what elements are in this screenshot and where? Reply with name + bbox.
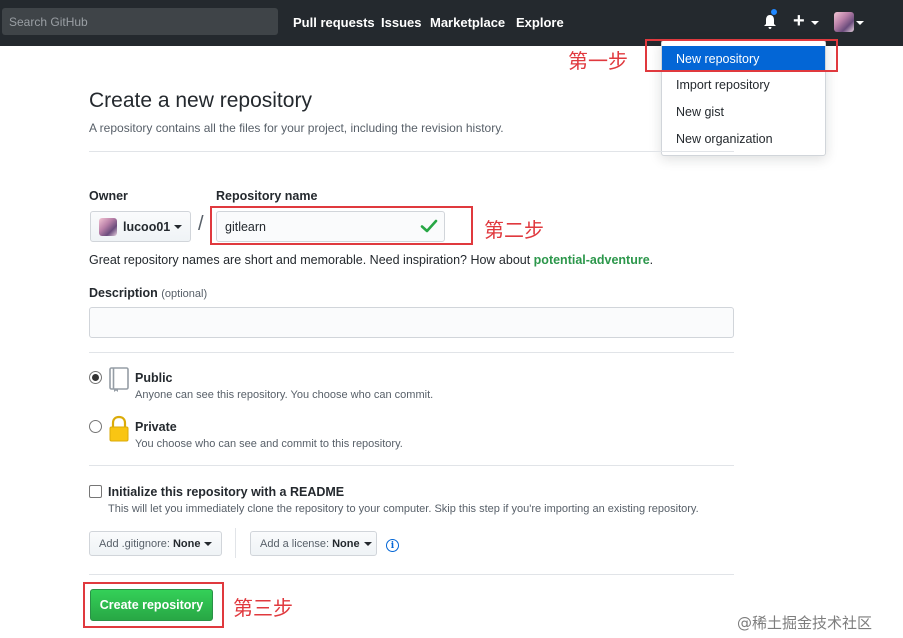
divider — [89, 574, 734, 575]
annotation-box-step3 — [83, 582, 224, 628]
dropdown-item-new-organization[interactable]: New organization — [662, 126, 825, 152]
owner-label: Owner — [89, 189, 128, 203]
description-optional: (optional) — [161, 288, 208, 300]
annotation-step3: 第三步 — [233, 596, 293, 620]
hint-suggestion-link[interactable]: potential-adventure — [534, 253, 650, 267]
page-title: Create a new repository — [89, 89, 312, 112]
annotation-step2: 第二步 — [484, 218, 544, 242]
annotation-box-step2 — [210, 206, 473, 245]
nav-explore[interactable]: Explore — [516, 15, 564, 30]
license-select[interactable]: Add a license: None — [250, 531, 377, 556]
owner-repo-separator: / — [198, 213, 204, 235]
license-value: None — [332, 537, 360, 550]
divider — [89, 151, 734, 152]
gitignore-value: None — [172, 537, 201, 550]
chevron-down-icon[interactable] — [811, 21, 819, 25]
license-label: Add a license: — [260, 537, 330, 550]
info-icon[interactable]: i — [386, 539, 399, 552]
owner-select[interactable]: lucoo01 — [90, 211, 191, 242]
lock-icon — [109, 415, 129, 442]
avatar-chevron-down-icon[interactable] — [856, 21, 864, 25]
book-icon — [109, 367, 129, 392]
public-description: Anyone can see this repository. You choo… — [135, 389, 434, 401]
public-title: Public — [135, 371, 173, 385]
dropdown-item-import-repository[interactable]: Import repository — [662, 72, 825, 98]
divider — [89, 352, 734, 353]
notification-dot — [770, 8, 778, 16]
owner-value: lucoo01 — [123, 219, 171, 234]
description-input[interactable] — [89, 307, 734, 338]
select-separator — [235, 528, 236, 558]
description-label: Description (optional) — [89, 286, 207, 300]
dropdown-item-new-gist[interactable]: New gist — [662, 99, 825, 125]
readme-description: This will let you immediately clone the … — [108, 503, 699, 515]
nav-pull-requests[interactable]: Pull requests — [293, 15, 375, 30]
repo-name-label: Repository name — [216, 189, 318, 203]
hint-suffix: . — [649, 253, 654, 267]
search-input[interactable]: Search GitHub — [2, 8, 278, 35]
annotation-step1: 第一步 — [568, 49, 628, 73]
chevron-down-icon — [174, 224, 183, 229]
private-radio[interactable] — [89, 420, 102, 433]
watermark: @稀土掘金技术社区 — [737, 614, 873, 632]
nav-issues[interactable]: Issues — [381, 15, 421, 30]
user-avatar[interactable] — [834, 12, 854, 32]
readme-title[interactable]: Initialize this repository with a README — [108, 485, 344, 499]
chevron-down-icon — [204, 541, 213, 546]
owner-avatar — [99, 217, 117, 236]
public-radio[interactable] — [89, 371, 102, 384]
chevron-down-icon — [363, 541, 372, 546]
private-title: Private — [135, 420, 177, 434]
search-placeholder: Search GitHub — [9, 14, 88, 29]
gitignore-select[interactable]: Add .gitignore: None — [89, 531, 222, 556]
readme-checkbox[interactable] — [89, 485, 102, 498]
plus-icon[interactable]: + — [793, 10, 805, 32]
private-description: You choose who can see and commit to thi… — [135, 438, 403, 450]
nav-marketplace[interactable]: Marketplace — [430, 15, 505, 30]
annotation-box-step1 — [645, 39, 838, 72]
divider — [89, 465, 734, 466]
hint-text: Great repository names are short and mem… — [89, 253, 534, 267]
page-subtitle: A repository contains all the files for … — [89, 121, 504, 135]
description-label-text: Description — [89, 286, 158, 300]
bell-icon[interactable] — [763, 14, 777, 30]
gitignore-label: Add .gitignore: — [99, 537, 170, 550]
repo-name-hint: Great repository names are short and mem… — [89, 253, 653, 267]
